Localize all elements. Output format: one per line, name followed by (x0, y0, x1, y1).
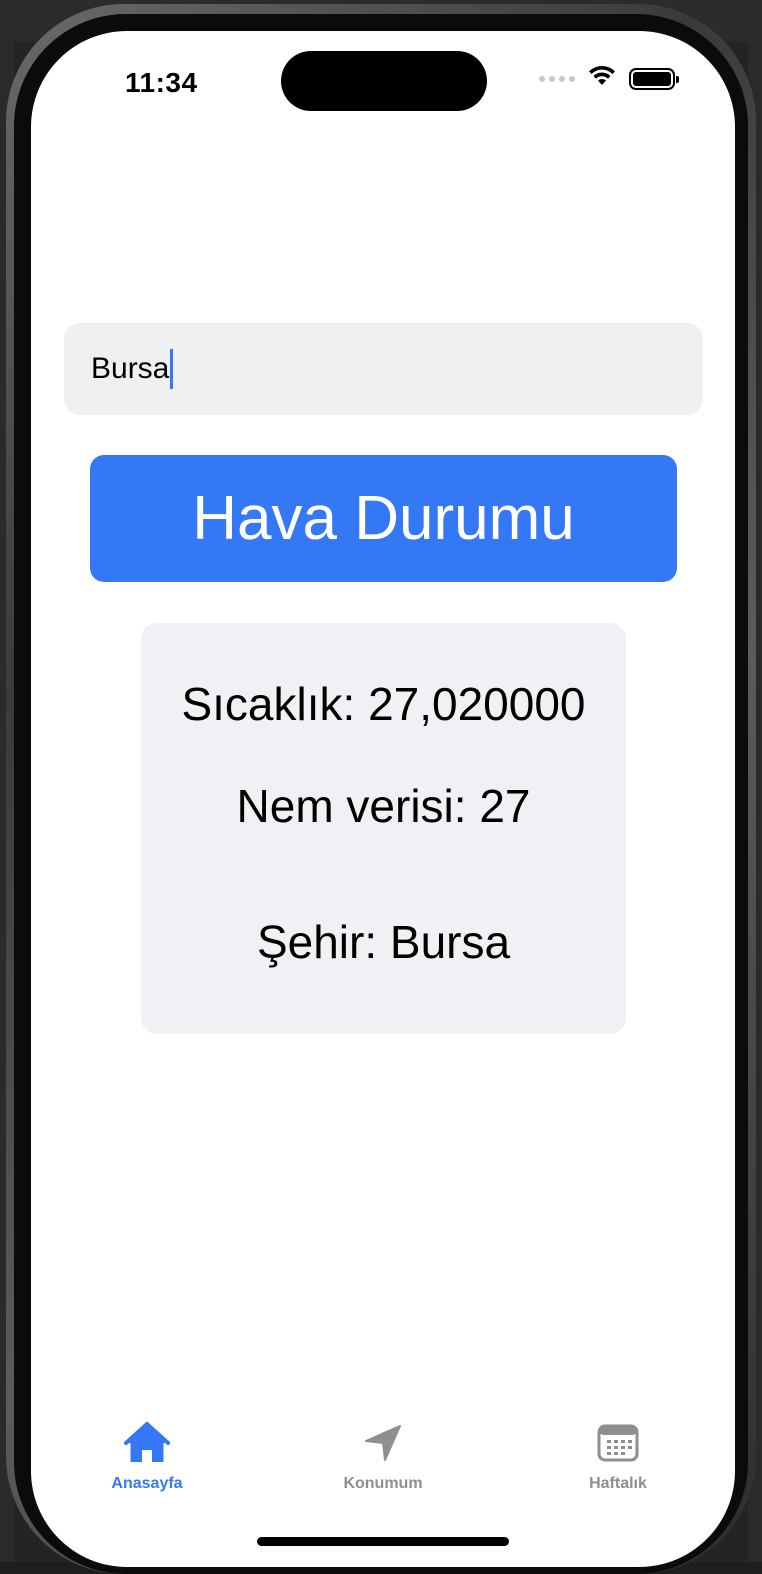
text-caret (170, 349, 174, 389)
city-input[interactable]: Bursa (64, 323, 703, 415)
calendar-icon (597, 1421, 639, 1465)
tab-konumum[interactable]: Konumum (303, 1421, 463, 1493)
tab-anasayfa[interactable]: Anasayfa (67, 1421, 227, 1493)
tab-haftalik[interactable]: Haftalık (538, 1421, 698, 1493)
battery-icon (629, 67, 679, 90)
tab-haftalik-label: Haftalık (589, 1475, 647, 1492)
tab-anasayfa-label: Anasayfa (111, 1475, 183, 1492)
cellular-signal-icon (539, 75, 575, 82)
location-arrow-icon (363, 1421, 403, 1465)
phone-screen: 11:34 Bursa Hava Durumu Sıcaklık: 27,020… (31, 31, 735, 1567)
dynamic-island (281, 51, 487, 111)
city-input-value: Bursa (91, 352, 170, 385)
status-time: 11:34 (125, 67, 198, 98)
weather-button[interactable]: Hava Durumu (90, 455, 677, 582)
temperature-text: Sıcaklık: 27,020000 (181, 678, 586, 730)
tab-konumum-label: Konumum (343, 1475, 423, 1492)
home-indicator[interactable] (257, 1537, 509, 1546)
status-icons (539, 65, 679, 92)
house-icon (123, 1421, 171, 1465)
wifi-icon (587, 65, 617, 92)
weather-info-card: Sıcaklık: 27,020000 Nem verisi: 27 Şehir… (141, 623, 626, 1034)
tab-bar: Anasayfa Konumum Haftalık (31, 1421, 735, 1511)
humidity-text: Nem verisi: 27 (236, 780, 531, 832)
city-text: Şehir: Bursa (256, 916, 511, 968)
